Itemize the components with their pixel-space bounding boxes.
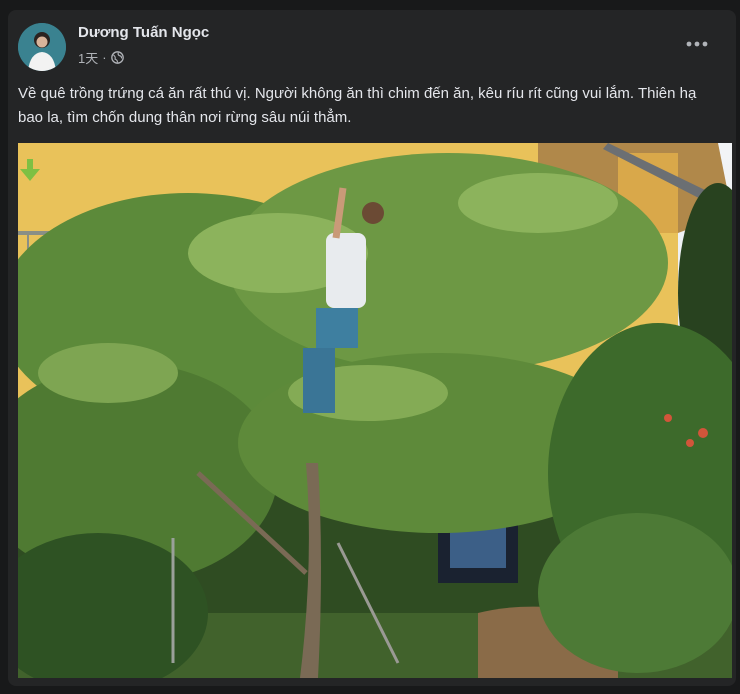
- author-avatar[interactable]: [18, 23, 66, 71]
- post-time[interactable]: 1天: [78, 48, 98, 67]
- more-horizontal-icon: [686, 41, 708, 47]
- author-name[interactable]: Dương Tuấn Ngọc: [78, 24, 209, 41]
- post-card: Dương Tuấn Ngọc 1天 · Về quê trồng trứng …: [8, 10, 736, 686]
- post-text: Về quê trồng trứng cá ăn rất thú vị. Ngư…: [18, 85, 697, 126]
- more-options-button[interactable]: [682, 34, 712, 54]
- post-photo[interactable]: [18, 143, 732, 678]
- post-meta: 1天 ·: [78, 48, 124, 67]
- globe-icon[interactable]: [110, 51, 124, 64]
- meta-separator: ·: [102, 50, 107, 65]
